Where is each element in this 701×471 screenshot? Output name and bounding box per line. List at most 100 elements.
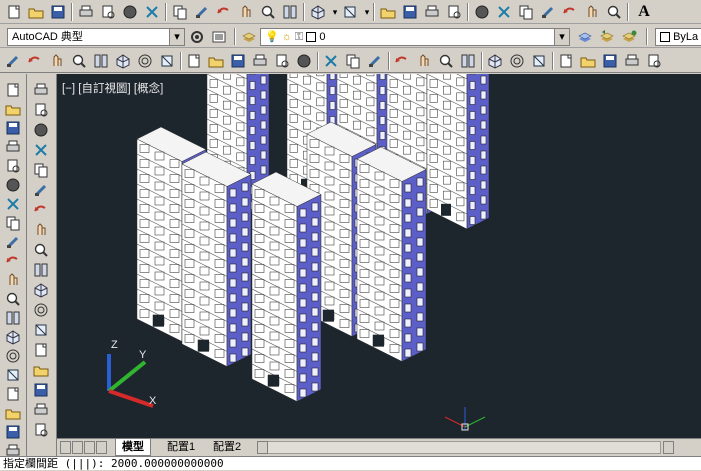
text-style-icon[interactable]: A (634, 2, 654, 22)
publish-icon[interactable] (120, 2, 140, 22)
multiline-text-icon[interactable] (3, 422, 23, 442)
extrude-icon[interactable] (206, 51, 226, 71)
viewport-label[interactable]: [−] [自訂視圖] [概念] (62, 80, 163, 96)
circle-icon[interactable] (3, 194, 23, 214)
box-icon[interactable] (25, 51, 45, 71)
extend-icon[interactable] (31, 280, 51, 300)
first-tab-icon[interactable] (60, 441, 71, 454)
copy-icon[interactable] (192, 2, 212, 22)
section-plane-icon[interactable] (485, 51, 505, 71)
undo-icon[interactable] (308, 2, 328, 22)
sphere-icon[interactable] (135, 51, 155, 71)
cylinder-icon[interactable] (91, 51, 111, 71)
gradient-icon[interactable] (3, 365, 23, 385)
undo-dropdown-icon[interactable]: ▾ (330, 2, 340, 22)
properties-icon[interactable] (472, 2, 492, 22)
scale-icon[interactable] (31, 220, 51, 240)
trim-icon[interactable] (31, 260, 51, 280)
match-properties-icon[interactable] (258, 2, 278, 22)
stretch-icon[interactable] (31, 240, 51, 260)
presspull-icon[interactable] (228, 51, 248, 71)
layer-previous-icon[interactable] (597, 27, 617, 47)
markup-icon[interactable] (560, 2, 580, 22)
render-icon[interactable] (622, 51, 642, 71)
layer-combo[interactable]: 💡 ☼ ⚿ 0 ▾ (260, 28, 570, 46)
cut-icon[interactable] (170, 2, 190, 22)
line-icon[interactable] (3, 80, 23, 100)
tab-layout1[interactable]: 配置1 (161, 439, 201, 455)
tool-palettes-icon[interactable] (516, 2, 536, 22)
continuous-orbit-icon[interactable] (600, 51, 620, 71)
ellipse-arc-icon[interactable] (3, 270, 23, 290)
polygon-icon[interactable] (3, 137, 23, 157)
explode-icon[interactable] (31, 400, 51, 420)
rectangle-icon[interactable] (3, 156, 23, 176)
prev-tab-icon[interactable] (72, 441, 83, 454)
new-file-icon[interactable] (4, 2, 24, 22)
region-icon[interactable] (3, 384, 23, 404)
orbit-icon[interactable] (556, 51, 576, 71)
zoom-previous-icon[interactable] (444, 2, 464, 22)
planar-surface-icon[interactable] (184, 51, 204, 71)
break-at-point-icon[interactable] (31, 300, 51, 320)
drawing-viewport[interactable]: Z Y X [−] [自訂視圖] [概念] (57, 74, 701, 438)
horizontal-scrollbar[interactable] (267, 441, 661, 454)
move-icon[interactable] (31, 180, 51, 200)
zoom-window-icon[interactable] (422, 2, 442, 22)
sweep-icon[interactable] (250, 51, 270, 71)
tab-layout2[interactable]: 配置2 (207, 439, 247, 455)
tab-model[interactable]: 模型 (115, 439, 151, 456)
save-icon[interactable] (48, 2, 68, 22)
slice-icon[interactable] (507, 51, 527, 71)
3d-align-icon[interactable] (436, 51, 456, 71)
array-icon[interactable] (31, 160, 51, 180)
print-icon[interactable] (76, 2, 96, 22)
plot-preview-icon[interactable] (98, 2, 118, 22)
free-orbit-icon[interactable] (578, 51, 598, 71)
next-tab-icon[interactable] (84, 441, 95, 454)
make-current-layer-icon[interactable] (575, 27, 595, 47)
3d-dwf-icon[interactable] (142, 2, 162, 22)
torus-icon[interactable] (157, 51, 177, 71)
zoom-realtime-icon[interactable] (400, 2, 420, 22)
revision-cloud-icon[interactable] (3, 213, 23, 233)
sheet-set-icon[interactable] (538, 2, 558, 22)
chamfer-icon[interactable] (31, 360, 51, 380)
erase-icon[interactable] (31, 80, 51, 100)
union-icon[interactable] (321, 51, 341, 71)
redo-dropdown-icon[interactable]: ▾ (362, 2, 372, 22)
polysolid-icon[interactable] (3, 51, 23, 71)
workspace-settings-icon[interactable] (187, 27, 207, 47)
quickcalc-icon[interactable] (582, 2, 602, 22)
intersect-icon[interactable] (365, 51, 385, 71)
layer-properties-icon[interactable] (239, 27, 259, 47)
subtract-icon[interactable] (343, 51, 363, 71)
copy-base-icon[interactable] (214, 2, 234, 22)
flatten-icon[interactable] (529, 51, 549, 71)
mirror-icon[interactable] (31, 120, 51, 140)
break-icon[interactable] (31, 320, 51, 340)
point-icon[interactable] (3, 327, 23, 347)
loft-icon[interactable] (294, 51, 314, 71)
polyline-icon[interactable] (3, 118, 23, 138)
redo-icon[interactable] (340, 2, 360, 22)
scroll-right-icon[interactable] (663, 441, 674, 454)
design-center-icon[interactable] (494, 2, 514, 22)
cone-icon[interactable] (113, 51, 133, 71)
toolbar-lock-icon[interactable] (209, 27, 229, 47)
open-folder-icon[interactable] (26, 2, 46, 22)
block-editor-icon[interactable] (280, 2, 300, 22)
construction-line-icon[interactable] (3, 99, 23, 119)
pyramid-icon[interactable] (69, 51, 89, 71)
spline-icon[interactable] (3, 232, 23, 252)
last-tab-icon[interactable] (96, 441, 107, 454)
layer-state-icon[interactable] (619, 27, 639, 47)
explode-alt-icon[interactable] (31, 420, 51, 440)
chevron-down-icon[interactable]: ▾ (554, 29, 569, 45)
revolve-icon[interactable] (272, 51, 292, 71)
join-icon[interactable] (31, 340, 51, 360)
make-block-icon[interactable] (3, 308, 23, 328)
rotate-icon[interactable] (31, 200, 51, 220)
color-combo[interactable]: ByLa (655, 28, 701, 46)
materials-icon[interactable] (644, 51, 664, 71)
